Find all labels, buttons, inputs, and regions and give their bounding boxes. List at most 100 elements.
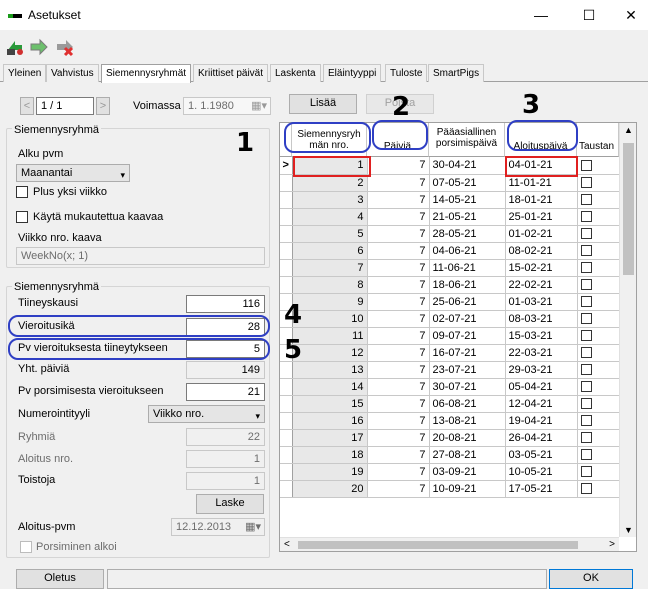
cell-taustan[interactable]: [577, 480, 620, 498]
table-row[interactable]: 7 7 11-06-21 15-02-21: [280, 259, 620, 277]
cell-paivia[interactable]: 7: [367, 395, 430, 413]
table-row[interactable]: 16 7 13-08-21 19-04-21: [280, 412, 620, 430]
cell-aloituspaiva[interactable]: 22-02-21: [505, 276, 578, 294]
taustan-checkbox[interactable]: [580, 262, 592, 274]
horizontal-scroll-thumb[interactable]: [298, 541, 578, 549]
next-record-button[interactable]: >: [96, 97, 110, 115]
taustan-checkbox[interactable]: [580, 483, 592, 495]
taustan-checkbox[interactable]: [580, 313, 592, 325]
cell-aloituspaiva[interactable]: 22-03-21: [505, 344, 578, 362]
cell-group-no[interactable]: 11: [292, 327, 368, 345]
scroll-right-icon[interactable]: >: [609, 539, 615, 550]
row-selector[interactable]: [280, 259, 293, 277]
scroll-down-icon[interactable]: ▼: [624, 525, 633, 535]
cell-taustan[interactable]: [577, 412, 620, 430]
cell-porsimispaiva[interactable]: 07-05-21: [429, 174, 506, 192]
cell-taustan[interactable]: [577, 310, 620, 328]
row-selector[interactable]: [280, 378, 293, 396]
cell-porsimispaiva[interactable]: 18-06-21: [429, 276, 506, 294]
cell-aloituspaiva[interactable]: 01-02-21: [505, 225, 578, 243]
cell-paivia[interactable]: 7: [367, 174, 430, 192]
cell-porsimispaiva[interactable]: 20-08-21: [429, 429, 506, 447]
cell-aloituspaiva[interactable]: 25-01-21: [505, 208, 578, 226]
row-selector[interactable]: [280, 276, 293, 294]
taustan-checkbox[interactable]: [580, 330, 592, 342]
lisaa-button[interactable]: Lisää: [289, 94, 357, 114]
cell-paivia[interactable]: 7: [367, 378, 430, 396]
table-row[interactable]: 18 7 27-08-21 03-05-21: [280, 446, 620, 464]
cell-group-no[interactable]: 8: [292, 276, 368, 294]
oletus-button[interactable]: Oletus: [16, 569, 104, 589]
tiineyskausi-field[interactable]: 116: [186, 295, 265, 313]
taustan-checkbox[interactable]: [580, 228, 592, 240]
cell-taustan[interactable]: [577, 361, 620, 379]
taustan-checkbox[interactable]: [580, 381, 592, 393]
cell-paivia[interactable]: 7: [367, 157, 430, 175]
ok-button[interactable]: OK: [549, 569, 633, 589]
cell-taustan[interactable]: [577, 344, 620, 362]
cell-taustan[interactable]: [577, 378, 620, 396]
cell-paivia[interactable]: 7: [367, 276, 430, 294]
cell-porsimispaiva[interactable]: 16-07-21: [429, 344, 506, 362]
cell-aloituspaiva[interactable]: 15-02-21: [505, 259, 578, 277]
row-selector[interactable]: [280, 242, 293, 260]
cell-paivia[interactable]: 7: [367, 327, 430, 345]
cell-group-no[interactable]: 7: [292, 259, 368, 277]
tab-vahvistus[interactable]: Vahvistus: [46, 64, 99, 82]
scroll-left-icon[interactable]: <: [284, 539, 290, 550]
taustan-checkbox[interactable]: [580, 159, 592, 171]
cell-aloituspaiva[interactable]: 08-02-21: [505, 242, 578, 260]
cell-group-no[interactable]: 17: [292, 429, 368, 447]
cell-aloituspaiva[interactable]: 17-05-21: [505, 480, 578, 498]
row-selector[interactable]: [280, 412, 293, 430]
cell-paivia[interactable]: 7: [367, 429, 430, 447]
cell-paivia[interactable]: 7: [367, 412, 430, 430]
cell-aloituspaiva[interactable]: 03-05-21: [505, 446, 578, 464]
taustan-checkbox[interactable]: [580, 245, 592, 257]
tab-laskenta[interactable]: Laskenta: [270, 64, 321, 82]
cell-paivia[interactable]: 7: [367, 208, 430, 226]
cell-group-no[interactable]: 9: [292, 293, 368, 311]
prev-record-button[interactable]: <: [20, 97, 34, 115]
cell-taustan[interactable]: [577, 276, 620, 294]
plus-week-checkbox[interactable]: [16, 186, 28, 201]
table-row[interactable]: 10 7 02-07-21 08-03-21: [280, 310, 620, 328]
cell-aloituspaiva[interactable]: 08-03-21: [505, 310, 578, 328]
row-selector[interactable]: [280, 225, 293, 243]
cell-porsimispaiva[interactable]: 06-08-21: [429, 395, 506, 413]
tab-yleinen[interactable]: Yleinen: [3, 64, 47, 82]
row-selector[interactable]: [280, 395, 293, 413]
tab-elaintyyppi[interactable]: Eläintyyppi: [323, 64, 382, 82]
taustan-checkbox[interactable]: [580, 177, 592, 189]
cell-aloituspaiva[interactable]: 15-03-21: [505, 327, 578, 345]
table-row[interactable]: 20 7 10-09-21 17-05-21: [280, 480, 620, 498]
vertical-scroll-thumb[interactable]: [623, 143, 634, 275]
cell-aloituspaiva[interactable]: 26-04-21: [505, 429, 578, 447]
cell-aloituspaiva[interactable]: 10-05-21: [505, 463, 578, 481]
table-row[interactable]: 3 7 14-05-21 18-01-21: [280, 191, 620, 209]
table-row[interactable]: 19 7 03-09-21 10-05-21: [280, 463, 620, 481]
cell-taustan[interactable]: [577, 225, 620, 243]
cell-porsimispaiva[interactable]: 10-09-21: [429, 480, 506, 498]
taustan-checkbox[interactable]: [580, 194, 592, 206]
cell-group-no[interactable]: 5: [292, 225, 368, 243]
taustan-checkbox[interactable]: [580, 432, 592, 444]
cell-porsimispaiva[interactable]: 25-06-21: [429, 293, 506, 311]
table-row[interactable]: 4 7 21-05-21 25-01-21: [280, 208, 620, 226]
tab-kriittiset-paivat[interactable]: Kriittiset päivät: [193, 64, 269, 82]
taustan-checkbox[interactable]: [580, 211, 592, 223]
tab-siemennysryhmat[interactable]: Siemennysryhmät: [101, 64, 192, 83]
row-selector[interactable]: [280, 191, 293, 209]
cell-group-no[interactable]: 19: [292, 463, 368, 481]
taustan-checkbox[interactable]: [580, 449, 592, 461]
cell-aloituspaiva[interactable]: 29-03-21: [505, 361, 578, 379]
row-selector[interactable]: [280, 208, 293, 226]
cell-aloituspaiva[interactable]: 01-03-21: [505, 293, 578, 311]
porsiminen-alkoi-checkbox[interactable]: [20, 541, 32, 556]
cell-taustan[interactable]: [577, 446, 620, 464]
header-taustan[interactable]: Taustan: [577, 123, 619, 157]
cell-group-no[interactable]: 12: [292, 344, 368, 362]
cell-taustan[interactable]: [577, 191, 620, 209]
taustan-checkbox[interactable]: [580, 466, 592, 478]
cell-group-no[interactable]: 3: [292, 191, 368, 209]
